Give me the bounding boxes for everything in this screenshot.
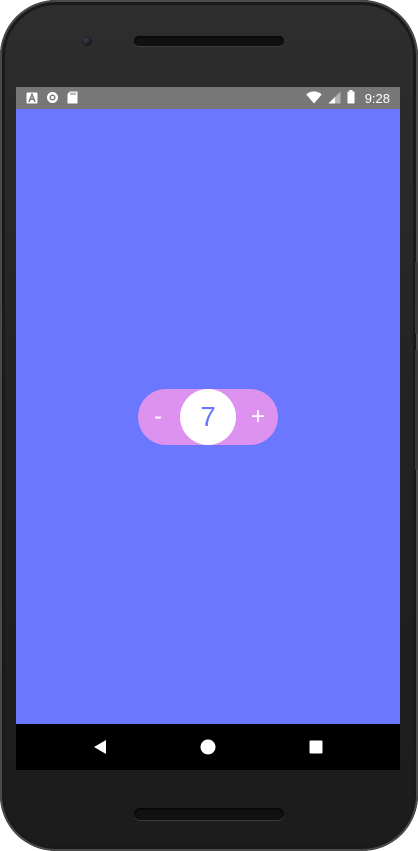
status-system-icons: 9:28 — [305, 89, 390, 108]
phone-frame: 9:28 - 7 + — [0, 0, 418, 851]
status-bar: 9:28 — [16, 87, 400, 109]
increment-button[interactable]: + — [238, 389, 278, 445]
earpiece-speaker — [134, 36, 284, 46]
home-button[interactable] — [184, 724, 232, 770]
battery-icon — [347, 89, 355, 108]
quantity-stepper: - 7 + — [138, 389, 278, 445]
app-screen: 9:28 - 7 + — [16, 87, 400, 770]
back-button[interactable] — [76, 724, 124, 770]
stepper-value: 7 — [180, 389, 236, 445]
recents-button[interactable] — [292, 724, 340, 770]
text-a-icon — [26, 89, 38, 108]
cell-signal-icon — [328, 89, 341, 108]
decrement-button[interactable]: - — [138, 389, 178, 445]
circle-sync-icon — [46, 89, 59, 108]
status-notification-icons — [26, 91, 78, 105]
recents-icon — [309, 740, 323, 754]
home-icon — [200, 739, 216, 755]
wifi-icon — [305, 89, 322, 108]
bottom-speaker — [134, 808, 284, 820]
back-icon — [94, 740, 106, 754]
navigation-bar — [16, 724, 400, 770]
status-time: 9:28 — [364, 90, 390, 106]
front-camera — [82, 36, 92, 46]
sd-card-icon — [67, 89, 78, 108]
